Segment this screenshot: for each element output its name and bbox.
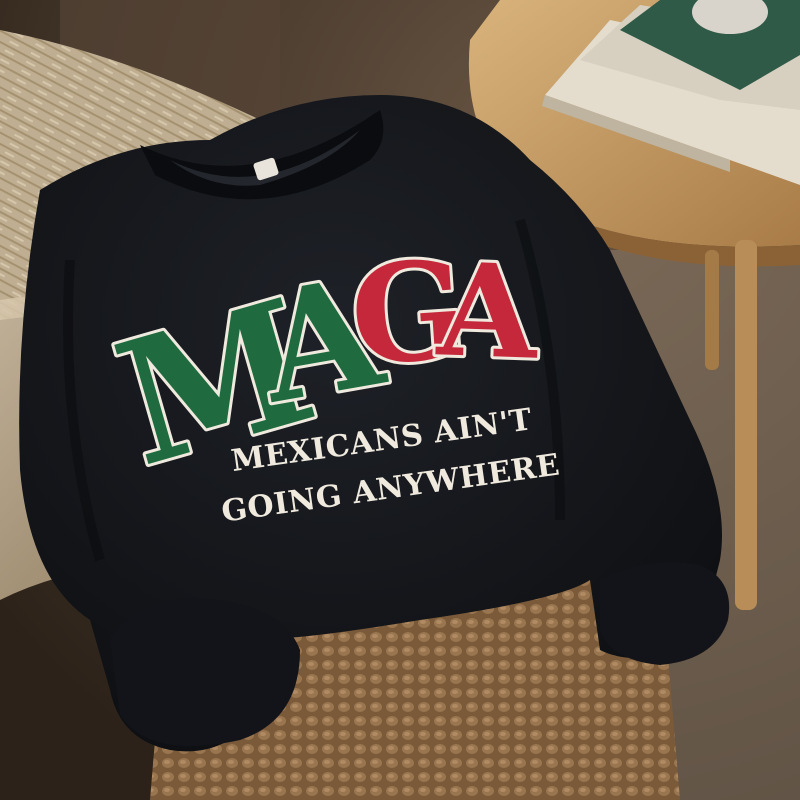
photo-scene: MAGA MEXICANS AIN'T GOING ANYWHERE (0, 0, 800, 800)
table-leg-back (705, 250, 719, 370)
photo-canvas: MAGA MEXICANS AIN'T GOING ANYWHERE (0, 0, 800, 800)
maga-letter-4: A (434, 235, 541, 388)
table-leg-front (735, 240, 757, 610)
